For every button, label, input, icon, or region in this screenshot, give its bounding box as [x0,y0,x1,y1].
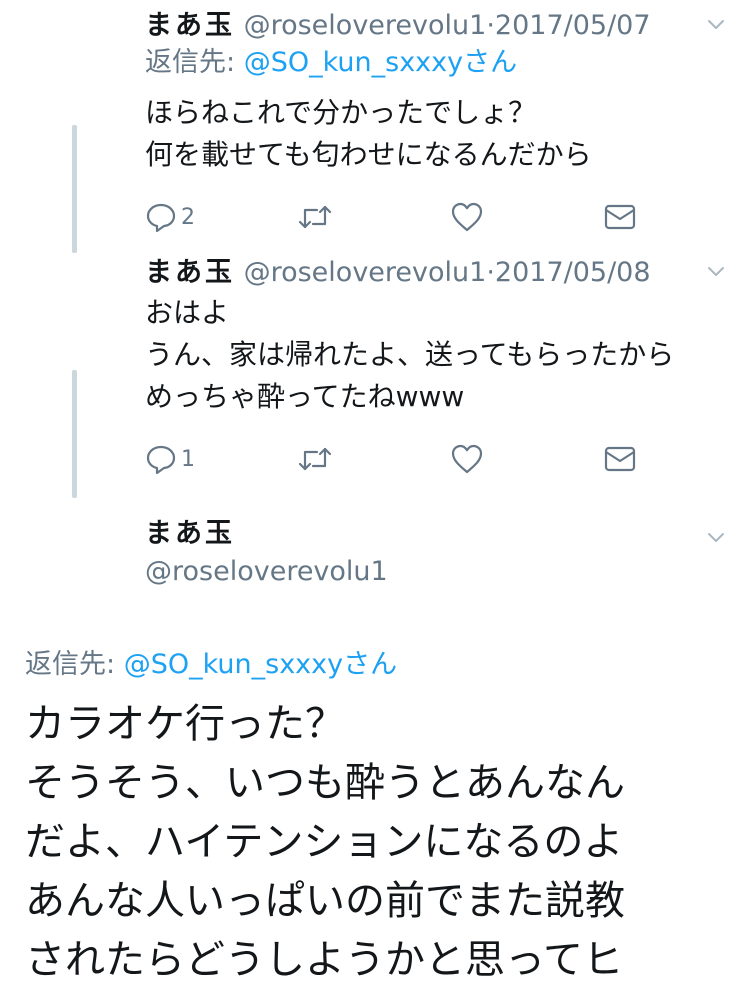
thread-tweet[interactable]: まあ玉 @roseloverevolu1·2017/05/08 おはよ うん、家… [145,255,750,482]
reply-count: 2 [181,204,195,230]
chevron-down-icon[interactable] [704,259,728,283]
envelope-icon [604,204,636,230]
tweet-text-line: めっちゃ酔ってたねwww [145,380,465,413]
user-handle[interactable]: @roseloverevolu1 [244,10,487,41]
main-user-handle[interactable]: @roseloverevolu1 [145,553,750,591]
thread-line [72,125,77,253]
separator-dot: · [486,10,495,41]
tweet-text-line: 何を載せても匂わせになるんだから [145,138,592,171]
retweet-icon [298,447,332,471]
chevron-down-icon[interactable] [704,525,728,549]
reply-to-label: 返信先: [25,649,116,680]
tweet-date[interactable]: 2017/05/07 [495,10,651,41]
envelope-icon [604,446,636,472]
tweet-actions: 2 [145,194,750,240]
retweet-button[interactable] [297,194,333,240]
tweet-text: ほらねこれで分かったでしょ？ 何を載せても匂わせになるんだから [145,92,750,176]
main-user-name[interactable]: まあ玉 [145,515,750,553]
reply-icon [146,445,176,475]
dm-button[interactable] [603,436,637,482]
tweet-actions: 1 [145,436,750,482]
user-name[interactable]: まあ玉 [145,257,235,288]
user-handle[interactable]: @roseloverevolu1 [244,257,487,288]
chevron-down-icon[interactable] [704,12,728,36]
main-reply-to: 返信先: @SO_kun_sxxxyさん [25,645,397,685]
main-tweet-header: まあ玉 @roseloverevolu1 [145,515,750,591]
user-name[interactable]: まあ玉 [145,10,235,41]
tweet-date[interactable]: 2017/05/08 [495,257,651,288]
thread-tweet[interactable]: まあ玉 @roseloverevolu1·2017/05/07 返信先: @SO… [145,8,750,240]
retweet-button[interactable] [297,436,333,482]
tweet-text-line: おはよ [145,296,230,329]
tweet-text-line: ほらねこれで分かったでしょ？ [145,96,537,129]
heart-icon [451,444,483,474]
main-tweet-text-line: カラオケ行った？ [25,701,345,747]
tweet-text-line: うん、家は帰れたよ、送ってもらったから [145,338,675,371]
separator-dot: · [486,257,495,288]
reply-to-label: 返信先: [145,47,236,78]
reply-to: 返信先: @SO_kun_sxxxyさん [145,44,750,82]
main-tweet-text-line: されたらどうしようかと思ってヒ [25,937,623,983]
main-tweet-text-line: だよ、ハイテンションになるのよ [25,819,624,865]
reply-icon [146,203,176,233]
main-tweet-text-line: あんな人いっぱいの前でまた説教 [25,878,625,924]
tweet-header: まあ玉 @roseloverevolu1·2017/05/07 [145,8,750,44]
like-button[interactable] [450,436,484,482]
reply-to-mention[interactable]: @SO_kun_sxxxyさん [124,649,397,680]
main-tweet-text: カラオケ行った？ そうそう、いつも酔うとあんなん だよ、ハイテンションになるのよ… [25,695,750,990]
heart-icon [451,202,483,232]
main-tweet-text-line: そうそう、いつも酔うとあんなん [25,760,625,806]
reply-to-mention[interactable]: @SO_kun_sxxxyさん [244,47,517,78]
retweet-icon [298,205,332,229]
reply-button[interactable]: 1 [145,436,195,482]
tweet-header: まあ玉 @roseloverevolu1·2017/05/08 [145,255,750,291]
tweet-text: おはよ うん、家は帰れたよ、送ってもらったから めっちゃ酔ってたねwww [145,292,750,418]
reply-button[interactable]: 2 [145,194,195,240]
thread-line [72,370,77,498]
like-button[interactable] [450,194,484,240]
reply-count: 1 [181,446,195,472]
dm-button[interactable] [603,194,637,240]
